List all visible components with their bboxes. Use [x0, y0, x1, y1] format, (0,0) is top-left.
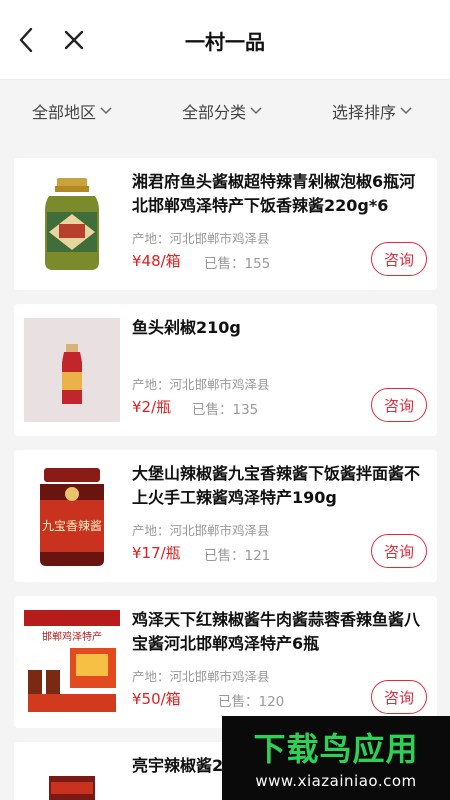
consult-button[interactable]: 咨询 — [371, 680, 427, 714]
watermark-banner: 下载鸟应用 www.xiazainiao.com — [222, 716, 450, 800]
product-origin: 产地：河北邯郸市鸡泽县 — [132, 377, 270, 392]
product-image: 九宝香辣酱 — [24, 464, 120, 568]
filter-category-label: 全部分类 — [182, 103, 247, 122]
filter-sort-label: 选择排序 — [332, 103, 397, 122]
jar-image-icon: 九宝香辣酱 — [40, 468, 104, 566]
product-origin: 产地：河北邯郸市鸡泽县 — [132, 231, 270, 246]
product-origin: 产地：河北邯郸市鸡泽县 — [132, 669, 270, 684]
product-origin: 产地：河北邯郸市鸡泽县 — [132, 523, 270, 538]
product-price: ¥17/瓶 — [132, 544, 181, 562]
filter-region[interactable]: 全部地区 — [32, 98, 112, 124]
filter-sort[interactable]: 选择排序 — [332, 98, 412, 124]
chevron-down-icon — [100, 107, 112, 115]
consult-button[interactable]: 咨询 — [371, 242, 427, 276]
gift-box-image-icon: 邯郸鸡泽特产 — [24, 610, 120, 712]
jar-label: 九宝香辣酱 — [42, 518, 102, 533]
product-card[interactable]: 九宝香辣酱 大堡山辣椒酱九宝香辣酱下饭酱拌面酱不上火手工辣酱鸡泽特产190g 产… — [14, 450, 437, 582]
top-header: 一村一品 — [0, 0, 450, 80]
product-sold: 已售：120 — [218, 694, 285, 710]
filter-bar: 全部地区 全部分类 选择排序 — [0, 80, 450, 142]
product-image — [24, 318, 120, 422]
page-title: 一村一品 — [185, 30, 265, 54]
box-label: 邯郸鸡泽特产 — [42, 630, 102, 643]
product-image: 邯郸鸡泽特产 — [24, 610, 120, 714]
product-price: ¥48/箱 — [132, 252, 181, 270]
chevron-down-icon — [400, 107, 412, 115]
product-price: ¥50/箱 — [132, 690, 181, 708]
jar-image-icon — [49, 776, 95, 800]
consult-button[interactable]: 咨询 — [371, 388, 427, 422]
jar-image-icon — [45, 178, 99, 270]
product-card[interactable]: 邯郸鸡泽特产 鸡泽天下红辣椒酱牛肉酱蒜蓉香辣鱼酱八宝酱河北邯郸鸡泽特产6瓶 产地… — [14, 596, 437, 728]
chevron-down-icon — [250, 107, 262, 115]
product-sold: 已售：121 — [204, 548, 271, 564]
product-image — [24, 172, 120, 276]
filter-category[interactable]: 全部分类 — [182, 98, 262, 124]
product-name: 鱼头剁椒210g — [132, 318, 241, 337]
bottle-image-icon — [62, 344, 82, 404]
product-sold: 已售：135 — [192, 402, 259, 418]
consult-button[interactable]: 咨询 — [371, 534, 427, 568]
product-card[interactable]: 湘君府鱼头酱椒超特辣青剁椒泡椒6瓶河北邯郸鸡泽特产下饭香辣酱220g*6 产地：… — [14, 158, 437, 290]
watermark-url: www.xiazainiao.com — [255, 772, 417, 790]
product-name: 鸡泽天下红辣椒酱牛肉酱蒜蓉香辣鱼酱八宝酱河北邯郸鸡泽特产6瓶 — [132, 610, 421, 653]
product-name: 湘君府鱼头酱椒超特辣青剁椒泡椒6瓶河北邯郸鸡泽特产下饭香辣酱220g*6 — [132, 172, 416, 215]
product-image — [24, 756, 120, 800]
product-sold: 已售：155 — [204, 256, 271, 272]
product-price: ¥2/瓶 — [132, 398, 172, 416]
product-name: 大堡山辣椒酱九宝香辣酱下饭酱拌面酱不上火手工辣酱鸡泽特产190g — [132, 464, 421, 507]
filter-region-label: 全部地区 — [32, 103, 97, 122]
watermark-title: 下载鸟应用 — [253, 730, 419, 768]
product-card[interactable]: 鱼头剁椒210g 产地：河北邯郸市鸡泽县 ¥2/瓶 已售：135 咨询 — [14, 304, 437, 436]
